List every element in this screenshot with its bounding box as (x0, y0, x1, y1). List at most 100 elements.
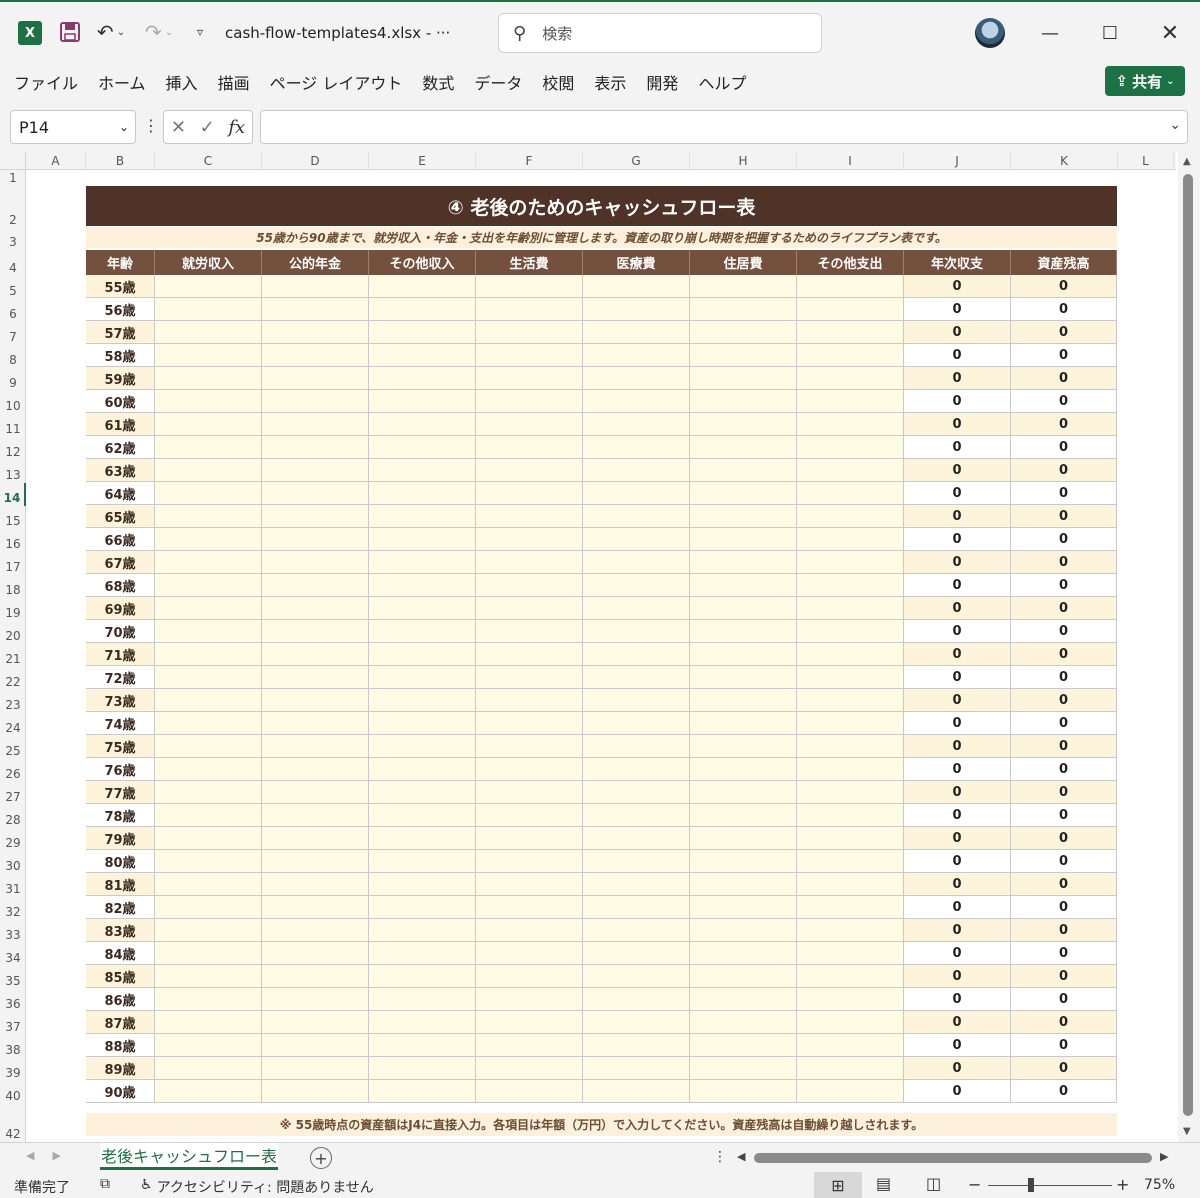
input-cell[interactable] (262, 804, 369, 827)
input-cell[interactable] (690, 896, 797, 919)
input-cell[interactable] (155, 988, 262, 1011)
row-header[interactable]: 15 (0, 506, 26, 529)
input-cell[interactable] (583, 988, 690, 1011)
input-cell[interactable] (476, 896, 583, 919)
input-cell[interactable] (690, 321, 797, 344)
input-cell[interactable] (690, 1011, 797, 1034)
annual-balance-cell[interactable]: 0 (904, 712, 1011, 735)
save-icon[interactable] (58, 19, 82, 45)
input-cell[interactable] (583, 298, 690, 321)
row-header[interactable]: 13 (0, 460, 26, 483)
scroll-left-icon[interactable]: ◀ (737, 1150, 745, 1163)
row-header[interactable]: 5 (0, 276, 26, 299)
undo-icon[interactable]: ↶ ⌄ (92, 18, 130, 46)
age-cell[interactable]: 78歳 (86, 804, 155, 827)
input-cell[interactable] (690, 758, 797, 781)
input-cell[interactable] (369, 827, 476, 850)
annual-balance-cell[interactable]: 0 (904, 574, 1011, 597)
input-cell[interactable] (583, 1057, 690, 1080)
input-cell[interactable] (262, 344, 369, 367)
input-cell[interactable] (583, 942, 690, 965)
age-cell[interactable]: 88歳 (86, 1034, 155, 1057)
input-cell[interactable] (797, 275, 904, 298)
ribbon-tab[interactable]: ページ レイアウト (260, 70, 413, 94)
input-cell[interactable] (155, 275, 262, 298)
annual-balance-cell[interactable]: 0 (904, 597, 1011, 620)
row-header[interactable]: 1 (0, 170, 26, 186)
input-cell[interactable] (690, 390, 797, 413)
input-cell[interactable] (690, 965, 797, 988)
row-header[interactable]: 8 (0, 345, 26, 368)
input-cell[interactable] (690, 344, 797, 367)
asset-balance-cell[interactable]: 0 (1011, 551, 1117, 574)
input-cell[interactable] (476, 1034, 583, 1057)
column-heading[interactable]: 住居費 (690, 250, 797, 275)
ribbon-tab[interactable]: ヘルプ (688, 70, 756, 94)
column-heading[interactable]: 公的年金 (262, 250, 369, 275)
input-cell[interactable] (155, 735, 262, 758)
asset-balance-cell[interactable]: 0 (1011, 689, 1117, 712)
column-header[interactable]: G (583, 152, 690, 170)
input-cell[interactable] (797, 528, 904, 551)
age-cell[interactable]: 64歳 (86, 482, 155, 505)
input-cell[interactable] (155, 781, 262, 804)
input-cell[interactable] (476, 781, 583, 804)
input-cell[interactable] (155, 574, 262, 597)
more-options-icon[interactable]: ⋮ (143, 116, 159, 135)
input-cell[interactable] (369, 321, 476, 344)
row-header[interactable]: 27 (0, 782, 26, 805)
cancel-icon[interactable]: ✕ (171, 117, 186, 138)
share-button[interactable]: ⇪ 共有 ⌄ (1105, 66, 1185, 96)
input-cell[interactable] (797, 367, 904, 390)
input-cell[interactable] (155, 321, 262, 344)
asset-balance-cell[interactable]: 0 (1011, 781, 1117, 804)
column-header[interactable]: I (797, 152, 904, 170)
annual-balance-cell[interactable]: 0 (904, 528, 1011, 551)
row-header[interactable]: 31 (0, 874, 26, 897)
input-cell[interactable] (155, 873, 262, 896)
input-cell[interactable] (797, 620, 904, 643)
vertical-scrollbar[interactable]: ▲ ▼ (1178, 152, 1200, 1142)
input-cell[interactable] (155, 1011, 262, 1034)
input-cell[interactable] (690, 275, 797, 298)
column-heading[interactable]: 資産残高 (1011, 250, 1117, 275)
input-cell[interactable] (369, 528, 476, 551)
row-header[interactable]: 2 (0, 204, 26, 228)
add-sheet-button[interactable]: + (310, 1147, 332, 1169)
input-cell[interactable] (690, 873, 797, 896)
input-cell[interactable] (583, 390, 690, 413)
annual-balance-cell[interactable]: 0 (904, 804, 1011, 827)
age-cell[interactable]: 59歳 (86, 367, 155, 390)
input-cell[interactable] (262, 367, 369, 390)
input-cell[interactable] (369, 436, 476, 459)
input-cell[interactable] (690, 712, 797, 735)
column-header[interactable]: K (1011, 152, 1118, 170)
row-header[interactable]: 23 (0, 690, 26, 713)
input-cell[interactable] (583, 781, 690, 804)
input-cell[interactable] (369, 735, 476, 758)
column-header[interactable]: H (690, 152, 797, 170)
input-cell[interactable] (797, 965, 904, 988)
input-cell[interactable] (369, 988, 476, 1011)
ribbon-tab[interactable]: 開発 (636, 70, 688, 94)
prev-sheet-icon[interactable]: ◀ (26, 1149, 34, 1162)
input-cell[interactable] (797, 482, 904, 505)
input-cell[interactable] (690, 850, 797, 873)
asset-balance-cell[interactable]: 0 (1011, 344, 1117, 367)
vertical-scroll-thumb[interactable] (1183, 174, 1193, 1116)
input-cell[interactable] (262, 896, 369, 919)
input-cell[interactable] (690, 735, 797, 758)
row-header[interactable]: 25 (0, 736, 26, 759)
input-cell[interactable] (476, 620, 583, 643)
input-cell[interactable] (262, 528, 369, 551)
input-cell[interactable] (262, 321, 369, 344)
input-cell[interactable] (155, 712, 262, 735)
input-cell[interactable] (690, 1080, 797, 1103)
input-cell[interactable] (797, 988, 904, 1011)
input-cell[interactable] (583, 873, 690, 896)
table-title[interactable]: ④ 老後のためのキャッシュフロー表 (86, 186, 1117, 226)
annual-balance-cell[interactable]: 0 (904, 896, 1011, 919)
input-cell[interactable] (262, 643, 369, 666)
column-heading[interactable]: 就労収入 (155, 250, 262, 275)
input-cell[interactable] (155, 505, 262, 528)
